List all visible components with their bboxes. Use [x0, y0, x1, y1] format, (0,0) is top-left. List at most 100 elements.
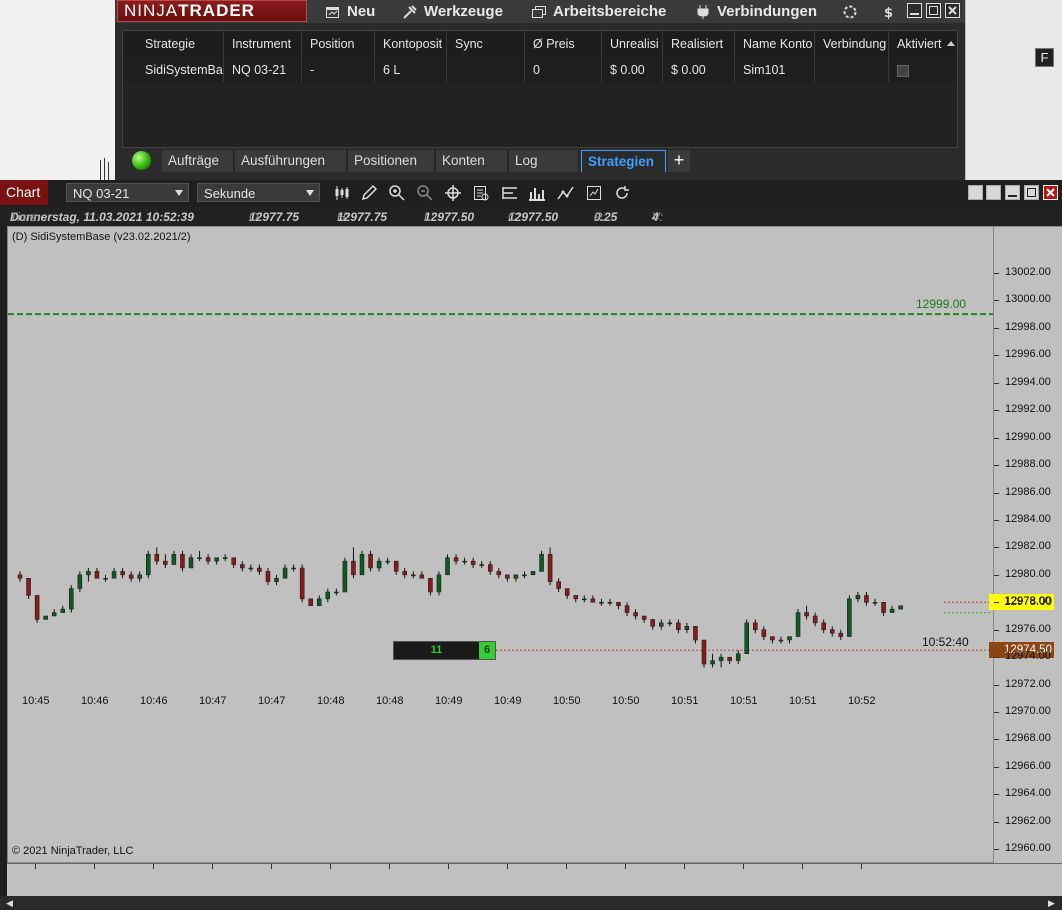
column-header-position[interactable]: Position: [301, 31, 374, 58]
time-tick-mark: [153, 864, 154, 869]
cell-realisiert: $ 0.00: [662, 58, 734, 82]
price-tick-label: 13002.00: [1005, 266, 1051, 278]
plug-icon: [697, 4, 709, 19]
time-tick-mark: [507, 864, 508, 869]
column-header-preis[interactable]: Ø Preis: [524, 31, 601, 58]
close-button[interactable]: [945, 3, 960, 18]
close-icon: [948, 6, 957, 15]
time-tick-label: 10:48: [376, 695, 404, 707]
data-box-icon: [474, 186, 489, 201]
chart-style-button[interactable]: [333, 184, 351, 202]
close-icon: [1046, 188, 1055, 197]
high-readout: H: 12977.75: [337, 210, 388, 224]
ninjatrader-logo: NINJATRADER: [117, 0, 307, 22]
line-chart-icon: [557, 186, 574, 200]
chart-scrollbar[interactable]: ◀ ▶: [0, 896, 1062, 910]
time-tick-mark: [330, 864, 331, 869]
column-header-name-konto[interactable]: Name Konto: [734, 31, 814, 58]
bar-chart-icon: [529, 188, 545, 201]
price-tick-mark: [994, 437, 999, 439]
minimize-button[interactable]: [907, 3, 922, 18]
zoom-out-button[interactable]: [416, 184, 434, 202]
tab-konten[interactable]: Konten: [436, 150, 508, 172]
volume-readout: V: 4: [652, 210, 664, 224]
tab-strategien[interactable]: Strategien: [581, 150, 666, 172]
time-axis[interactable]: [7, 863, 1062, 899]
time-tick-mark: [684, 864, 685, 869]
strategy-label: (D) SidiSystemBase (v23.02.2021/2): [12, 231, 191, 243]
price-tick-label: 12980.00: [1005, 567, 1051, 580]
cell-verbindung: [814, 58, 888, 82]
price-tick-mark: [994, 355, 999, 357]
menu-werkzeuge[interactable]: Werkzeuge: [402, 0, 503, 23]
indicators-button[interactable]: [528, 184, 546, 202]
price-tick-mark: [994, 849, 999, 851]
price-tick-label: 12984.00: [1005, 512, 1051, 525]
column-header-unrealisiert[interactable]: Unrealisi: [601, 31, 662, 58]
time-tick-mark: [743, 864, 744, 869]
range-readout: R: 0.25: [594, 210, 618, 224]
instrument-selector[interactable]: NQ 03-21: [66, 183, 189, 202]
properties-button[interactable]: [585, 184, 603, 202]
maximize-button[interactable]: [926, 3, 941, 18]
time-tick-mark: [212, 864, 213, 869]
menu-accounts-button[interactable]: $: [880, 0, 896, 23]
column-header-realisiert[interactable]: Realisiert: [662, 31, 734, 58]
chart-link-button[interactable]: [986, 185, 1001, 200]
time-tick-label: 10:49: [435, 695, 463, 707]
cell-preis: 0: [524, 58, 601, 82]
time-tick-mark: [35, 864, 36, 869]
enabled-checkbox[interactable]: [897, 64, 909, 77]
menubar: NINJATRADER Neu Werkzeuge Arbeitsbereich…: [115, 0, 965, 23]
zoom-in-icon: [389, 185, 405, 201]
chart-minimize-button[interactable]: [1005, 185, 1020, 200]
cell-position: -: [301, 58, 374, 82]
menu-neu[interactable]: Neu: [325, 0, 375, 23]
menu-arbeitsbereiche[interactable]: Arbeitsbereiche: [531, 0, 666, 23]
control-center-window: NINJATRADER Neu Werkzeuge Arbeitsbereich…: [115, 0, 965, 180]
scroll-left-icon[interactable]: ◀: [6, 898, 16, 908]
tab-ausfuehrungen[interactable]: Ausführungen: [235, 150, 347, 172]
table-row[interactable]: SidiSystemBa NQ 03-21 - 6 L 0 $ 0.00 $ 0…: [123, 58, 957, 82]
chart-window-title: Chart: [0, 180, 48, 205]
add-tab-button[interactable]: +: [668, 150, 690, 172]
period-selector[interactable]: Sekunde: [197, 183, 320, 202]
tab-log[interactable]: Log: [509, 150, 579, 172]
column-header-verbindung[interactable]: Verbindung: [814, 31, 888, 58]
menu-verbindungen[interactable]: Verbindungen: [695, 0, 817, 23]
column-header-instrument[interactable]: Instrument: [223, 31, 301, 58]
scroll-right-icon[interactable]: ▶: [1048, 898, 1058, 908]
price-tick-label: 12982.00: [1005, 540, 1051, 553]
chart-maximize-button[interactable]: [1024, 185, 1039, 200]
menu-sync-button[interactable]: [842, 0, 858, 23]
fixed-scale-button[interactable]: F: [1035, 48, 1054, 67]
time-tick-label: 10:50: [612, 695, 640, 707]
column-header-kontoposition[interactable]: Kontoposit: [374, 31, 446, 58]
zoom-in-button[interactable]: [388, 184, 406, 202]
price-tick-mark: [994, 382, 999, 384]
strategies-button[interactable]: [557, 184, 575, 202]
tab-positionen[interactable]: Positionen: [348, 150, 435, 172]
price-tick-label: 12986.00: [1005, 485, 1051, 498]
order-quantity-box[interactable]: 11 6: [393, 641, 496, 660]
price-chart-panel[interactable]: [7, 226, 994, 863]
column-header-sync[interactable]: Sync: [446, 31, 524, 58]
cell-strategie: SidiSystemBa: [145, 63, 223, 77]
chart-trader-button[interactable]: [501, 184, 519, 202]
drawing-tools-button[interactable]: [360, 184, 378, 202]
background-chart-fragment: [104, 158, 105, 180]
open-readout: O: 12977.75: [249, 210, 300, 224]
chart-close-button[interactable]: [1043, 185, 1058, 200]
column-header-aktiviert[interactable]: Aktiviert: [888, 31, 959, 58]
background-chart-fragment: [100, 160, 101, 180]
reload-button[interactable]: [613, 184, 631, 202]
time-tick-label: 10:51: [789, 695, 817, 707]
crosshair-button[interactable]: [444, 184, 462, 202]
cell-sync: [446, 58, 524, 82]
maximize-icon: [929, 6, 938, 15]
chart-pin-button[interactable]: [968, 185, 983, 200]
ohlc-info-bar: Time: Donnerstag, 11.03.2021 10:52:39 O:…: [0, 207, 1062, 227]
data-box-button[interactable]: [472, 184, 490, 202]
column-header-strategie[interactable]: Strategie: [123, 31, 223, 58]
tab-auftraege[interactable]: Aufträge: [162, 150, 234, 172]
